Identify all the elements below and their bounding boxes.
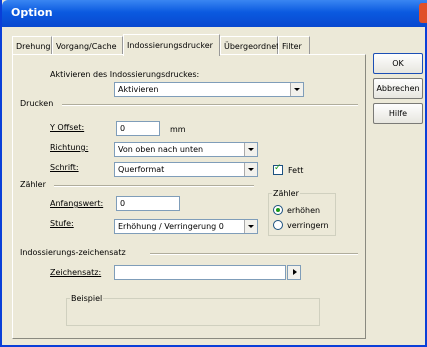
- close-button[interactable]: [419, 3, 427, 23]
- y-offset-unit: mm: [170, 125, 186, 134]
- tab-drehung[interactable]: Drehung: [12, 36, 52, 55]
- fett-checkbox[interactable]: ✓: [273, 163, 283, 175]
- drucken-separator: [62, 104, 358, 106]
- zeichensatz-header: Indossierungs-zeichensatz: [20, 248, 126, 257]
- hilfe-button[interactable]: Hilfe: [373, 103, 423, 124]
- activate-select[interactable]: Aktivieren: [114, 82, 304, 97]
- y-offset-label: Y Offset:: [50, 123, 85, 132]
- richtung-value: Von oben nach unten: [118, 145, 204, 154]
- y-offset-input[interactable]: 0: [116, 121, 160, 136]
- window-title: Option: [11, 6, 53, 19]
- radio-verringern-label: verringern: [287, 221, 329, 230]
- stufe-select[interactable]: Erhöhung / Verringerung 0: [114, 219, 258, 234]
- title-bar[interactable]: Option: [2, 0, 427, 27]
- zahler-separator: [54, 185, 254, 187]
- option-dialog: Option Drehung Vorgang/Cache Indossierun…: [0, 0, 427, 347]
- activate-label: Aktivieren des Indossierungsdruckes:: [50, 70, 200, 79]
- zeichensatz-input[interactable]: [114, 265, 286, 280]
- beispiel-label: Beispiel: [70, 294, 104, 303]
- beispiel-group: [66, 298, 320, 326]
- chevron-down-icon[interactable]: [244, 220, 257, 233]
- radio-erhoehen[interactable]: [273, 205, 283, 215]
- drucken-header: Drucken: [20, 99, 54, 108]
- schrift-value: Querformat: [118, 165, 165, 174]
- chevron-down-icon[interactable]: [244, 143, 257, 156]
- activate-value: Aktivieren: [118, 85, 159, 94]
- zahler-header: Zähler: [20, 180, 46, 189]
- radio-verringern[interactable]: [273, 220, 283, 230]
- anfangswert-label: Anfangswert:: [50, 199, 104, 208]
- schrift-select[interactable]: Querformat: [114, 162, 258, 177]
- chevron-down-icon[interactable]: [244, 163, 257, 176]
- richtung-select[interactable]: Von oben nach unten: [114, 142, 258, 157]
- abbrechen-button[interactable]: Abbrechen: [373, 78, 423, 99]
- tab-uebergeordnet[interactable]: Übergeordnet: [220, 36, 279, 55]
- zeichensatz-browse-button[interactable]: [287, 265, 301, 280]
- tab-filter[interactable]: Filter: [278, 36, 310, 55]
- schrift-label: Schrift:: [50, 163, 79, 172]
- fett-label: Fett: [288, 166, 304, 175]
- ok-button[interactable]: OK: [373, 53, 423, 74]
- zeichensatz-separator: [150, 253, 358, 255]
- tab-vorgang-cache[interactable]: Vorgang/Cache: [52, 36, 123, 55]
- tab-indossierungsdrucker[interactable]: Indossierungsdrucker: [123, 34, 220, 56]
- stufe-label: Stufe:: [50, 219, 74, 228]
- radio-erhoehen-label: erhöhen: [287, 206, 321, 215]
- zahler-group-label: Zähler: [272, 189, 300, 198]
- check-icon: ✓: [274, 163, 282, 173]
- anfangswert-input[interactable]: 0: [116, 196, 180, 211]
- zeichensatz-label: Zeichensatz:: [50, 268, 102, 277]
- chevron-down-icon[interactable]: [290, 83, 303, 96]
- stufe-value: Erhöhung / Verringerung 0: [118, 222, 224, 231]
- richtung-label: Richtung:: [50, 143, 89, 152]
